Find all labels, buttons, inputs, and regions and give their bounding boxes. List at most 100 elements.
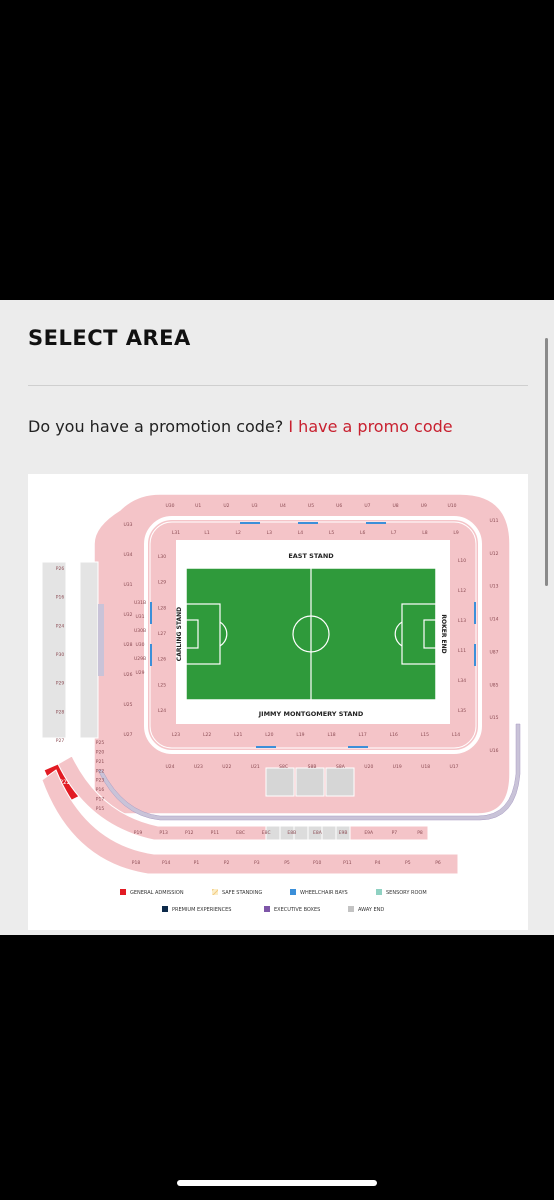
lower-top-section-l1[interactable]: L1 (204, 530, 210, 536)
p-far-left-section-p29[interactable]: P29 (56, 681, 65, 687)
p-far-left-section-p26[interactable]: P26 (56, 566, 65, 572)
p-upper-section-p8[interactable]: P8 (417, 830, 423, 836)
p-upper-section-p11[interactable]: P11 (211, 830, 220, 836)
p-lower-section-p4[interactable]: P4 (375, 860, 381, 866)
upper-top-section-u5[interactable]: U5 (308, 503, 314, 509)
upper-top-section-u1[interactable]: U1 (195, 503, 201, 509)
upper-bottom-section-u19[interactable]: U19 (393, 764, 402, 770)
upper-bottom-section-u18[interactable]: U18 (421, 764, 430, 770)
p-upper-section-p13[interactable]: P13 (159, 830, 168, 836)
roker-upper-section-u12[interactable]: U12 (489, 551, 498, 557)
lower-top-section-l3[interactable]: L3 (267, 530, 273, 536)
carling-upper-section-u28[interactable]: U28 (123, 642, 132, 648)
upper-top-section-u30[interactable]: U30 (165, 503, 174, 509)
lower-bottom-section-l21[interactable]: L21 (234, 732, 242, 738)
p-upper-section-e9a[interactable]: E9A (364, 830, 374, 836)
p-lower-section-p5[interactable]: P5 (284, 860, 290, 866)
lower-bottom-section-l17[interactable]: L17 (359, 732, 367, 738)
stadium-svg[interactable]: EAST STAND JIMMY MONTGOMERY STAND CARLIN… (28, 474, 528, 930)
upper-top-section-u10[interactable]: U10 (447, 503, 456, 509)
p-upper-section-p12[interactable]: P12 (185, 830, 194, 836)
p-lower-section-p14[interactable]: P14 (162, 860, 171, 866)
upper-top-section-u4[interactable]: U4 (280, 503, 286, 509)
upper-bottom-section-s8b[interactable]: S8B (308, 764, 317, 770)
p-far-left-section-p28[interactable]: P28 (56, 709, 65, 715)
p-upper-section-e8c[interactable]: E8C (262, 830, 271, 836)
p-upper-section-e8a[interactable]: E8A (313, 830, 323, 836)
carling-box-section-u29b[interactable]: U29B (134, 656, 146, 662)
roker-lower-section-l11[interactable]: L11 (458, 648, 466, 654)
lower-bottom-section-l19[interactable]: L19 (296, 732, 304, 738)
p-lower-section-p5[interactable]: P5 (405, 860, 411, 866)
upper-bottom-section-u20[interactable]: U20 (364, 764, 373, 770)
upper-top-section-u7[interactable]: U7 (364, 503, 370, 509)
lower-bottom-section-l23[interactable]: L23 (172, 732, 180, 738)
promo-code-link[interactable]: I have a promo code (288, 417, 452, 436)
upper-bottom-section-s8a[interactable]: S8A (336, 764, 346, 770)
carling-box-section-u31[interactable]: U31 (135, 614, 144, 620)
upper-top-section-u6[interactable]: U6 (336, 503, 342, 509)
upper-top-section-u9[interactable]: U9 (421, 503, 427, 509)
p-left-section-p25[interactable]: P25 (96, 740, 105, 746)
p-left-section-p23[interactable]: P23 (96, 778, 105, 784)
upper-bottom-section-s8c[interactable]: S8C (279, 764, 288, 770)
carling-upper-section-u26[interactable]: U26 (123, 672, 132, 678)
carling-upper-section-u25[interactable]: U25 (123, 702, 132, 708)
carling-lower-section-l29[interactable]: L29 (158, 580, 166, 586)
carling-lower-section-l30[interactable]: L30 (158, 554, 166, 560)
p-upper-section-e8c[interactable]: E8C (236, 830, 245, 836)
p-lower-section-p10[interactable]: P10 (313, 860, 322, 866)
lower-top-section-l9[interactable]: L9 (453, 530, 459, 536)
roker-lower-section-l13[interactable]: L13 (458, 618, 466, 624)
p-upper-section-p19[interactable]: P19 (134, 830, 143, 836)
carling-box-section-u29[interactable]: U29 (135, 670, 144, 676)
p-far-left-section-p30[interactable]: P30 (56, 652, 65, 658)
roker-lower-section-l35[interactable]: L35 (458, 708, 466, 714)
lower-top-section-l4[interactable]: L4 (298, 530, 304, 536)
upper-top-section-u8[interactable]: U8 (393, 503, 399, 509)
upper-bottom-section-u23[interactable]: U23 (194, 764, 203, 770)
p-lower-section-p18[interactable]: P18 (132, 860, 141, 866)
upper-bottom-section-u17[interactable]: U17 (449, 764, 458, 770)
lower-top-section-l8[interactable]: L8 (422, 530, 428, 536)
home-indicator[interactable] (177, 1180, 377, 1186)
roker-lower-section-l12[interactable]: L12 (458, 588, 466, 594)
p-upper-section-e8b[interactable]: E8B (287, 830, 296, 836)
lower-bottom-section-l16[interactable]: L16 (390, 732, 398, 738)
lower-top-section-l5[interactable]: L5 (329, 530, 335, 536)
roker-upper-section-u13[interactable]: U13 (489, 584, 498, 590)
lower-top-section-l6[interactable]: L6 (360, 530, 366, 536)
roker-upper-section-u14[interactable]: U14 (489, 617, 498, 623)
p-far-left-section-p24[interactable]: P24 (56, 623, 65, 629)
lower-top-section-l2[interactable]: L2 (236, 530, 242, 536)
p-left-section-p17[interactable]: P17 (96, 797, 105, 803)
p-lower-section-p2[interactable]: P2 (224, 860, 230, 866)
p-left-section-p15[interactable]: P15 (96, 806, 105, 812)
upper-bottom-section-u24[interactable]: U24 (165, 764, 174, 770)
p-far-left-section-p16[interactable]: P16 (56, 595, 65, 601)
lower-top-section-l31[interactable]: L31 (172, 530, 180, 536)
upper-bottom-section-u21[interactable]: U21 (251, 764, 260, 770)
lower-top-section-l7[interactable]: L7 (391, 530, 397, 536)
carling-lower-section-l26[interactable]: L26 (158, 657, 166, 663)
upper-bottom-section-u22[interactable]: U22 (222, 764, 231, 770)
roker-lower-section-l10[interactable]: L10 (458, 558, 466, 564)
carling-lower-section-l25[interactable]: L25 (158, 682, 166, 688)
p-left-section-p21[interactable]: P21 (96, 759, 105, 765)
p-upper-section-e9b[interactable]: E9B (339, 830, 348, 836)
p-lower-section-p1[interactable]: P1 (194, 860, 200, 866)
lower-bottom-section-l15[interactable]: L15 (421, 732, 429, 738)
carling-upper-section-u34[interactable]: U34 (123, 552, 132, 558)
p-far-left-section-p27[interactable]: P27 (56, 738, 65, 744)
carling-box-section-u30b[interactable]: U30B (134, 628, 146, 634)
lower-bottom-section-l20[interactable]: L20 (265, 732, 273, 738)
carling-upper-section-u31[interactable]: U31 (123, 582, 132, 588)
carling-upper-section-u32[interactable]: U32 (123, 612, 132, 618)
carling-upper-section-u33[interactable]: U33 (123, 522, 132, 528)
roker-upper-section-u15[interactable]: U15 (489, 715, 498, 721)
roker-upper-section-u85[interactable]: U85 (489, 682, 498, 688)
scrollbar[interactable] (545, 338, 548, 586)
carling-lower-section-l24[interactable]: L24 (158, 708, 166, 714)
carling-box-section-u31b[interactable]: U31B (134, 600, 146, 606)
p-lower-section-p6[interactable]: P6 (435, 860, 441, 866)
